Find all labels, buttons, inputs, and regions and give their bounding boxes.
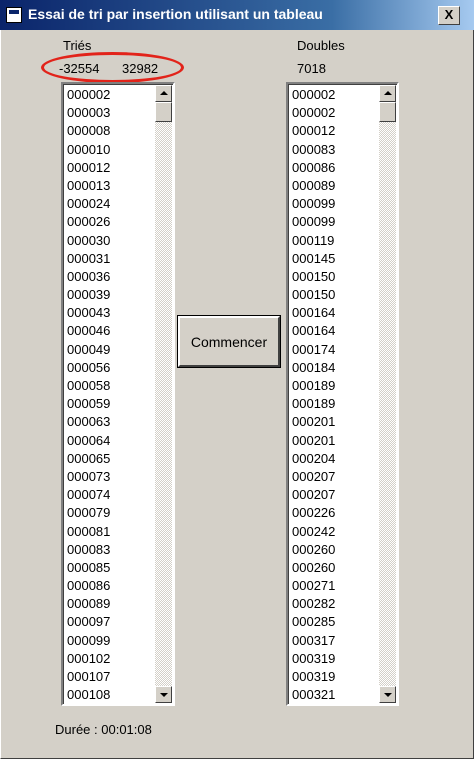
scroll-down-button[interactable] (379, 686, 396, 703)
list-item[interactable]: 000319 (292, 650, 377, 668)
sorted-listbox[interactable]: 000002 000003 000008 000010 000012 000013 0000… (61, 82, 175, 706)
list-item[interactable]: 000089 (292, 177, 377, 195)
doubles-scrollbar[interactable] (379, 85, 396, 703)
doubles-listbox[interactable]: 000002 000002 000012 000083 000086 000089 0000… (286, 82, 399, 706)
window-title: Essai de tri par insertion utilisant un … (28, 6, 323, 22)
list-item[interactable]: 000174 (292, 341, 377, 359)
list-item[interactable]: 000012 (67, 159, 153, 177)
list-item[interactable]: 000145 (292, 250, 377, 268)
list-item[interactable]: 000010 (67, 141, 153, 159)
doubles-label: Doubles (297, 38, 345, 53)
app-icon (6, 7, 22, 23)
list-item[interactable]: 000108 (67, 686, 153, 702)
arrow-down-icon (160, 693, 168, 697)
list-item[interactable]: 000002 (67, 86, 153, 104)
red-circle-annotation (41, 52, 184, 83)
list-item[interactable]: 000150 (292, 268, 377, 286)
list-item[interactable]: 000164 (292, 322, 377, 340)
list-item[interactable]: 000086 (292, 159, 377, 177)
list-item[interactable]: 000184 (292, 359, 377, 377)
list-item[interactable]: 000099 (292, 213, 377, 231)
list-item[interactable]: 000036 (67, 268, 153, 286)
list-item[interactable]: 000189 (292, 395, 377, 413)
list-item[interactable]: 000024 (67, 195, 153, 213)
close-button[interactable]: X (438, 6, 460, 25)
scroll-thumb[interactable] (155, 102, 172, 122)
arrow-up-icon (160, 91, 168, 95)
list-item[interactable]: 000063 (67, 413, 153, 431)
list-item[interactable]: 000085 (67, 559, 153, 577)
list-item[interactable]: 000030 (67, 232, 153, 250)
list-item[interactable]: 000097 (67, 613, 153, 631)
doubles-count: 7018 (297, 61, 326, 76)
scroll-thumb[interactable] (379, 102, 396, 122)
list-item[interactable]: 000260 (292, 541, 377, 559)
list-item[interactable]: 000189 (292, 377, 377, 395)
list-item[interactable]: 000102 (67, 650, 153, 668)
list-item[interactable]: 000002 (292, 104, 377, 122)
duration-label: Durée : 00:01:08 (55, 722, 152, 737)
list-item[interactable]: 000089 (67, 595, 153, 613)
list-item[interactable]: 000319 (292, 668, 377, 686)
list-item[interactable]: 000012 (292, 122, 377, 140)
list-item[interactable]: 000099 (67, 632, 153, 650)
list-item[interactable]: 000008 (67, 122, 153, 140)
list-item[interactable]: 000065 (67, 450, 153, 468)
list-item[interactable]: 000321 (292, 686, 377, 702)
list-item[interactable]: 000081 (67, 523, 153, 541)
list-item[interactable]: 000207 (292, 486, 377, 504)
list-item[interactable]: 000058 (67, 377, 153, 395)
start-button[interactable]: Commencer (177, 315, 281, 368)
list-item[interactable]: 000059 (67, 395, 153, 413)
list-item[interactable]: 000260 (292, 559, 377, 577)
list-item[interactable]: 000119 (292, 232, 377, 250)
list-item[interactable]: 000026 (67, 213, 153, 231)
list-item[interactable]: 000039 (67, 286, 153, 304)
list-item[interactable]: 000317 (292, 632, 377, 650)
list-item[interactable]: 000204 (292, 450, 377, 468)
scroll-up-button[interactable] (379, 85, 396, 102)
list-item[interactable]: 000164 (292, 304, 377, 322)
doubles-list-items: 000002 000002 000012 000083 000086 000089 0000… (292, 86, 377, 702)
list-item[interactable]: 000074 (67, 486, 153, 504)
title-bar: Essai de tri par insertion utilisant un … (0, 0, 474, 30)
sorted-scrollbar[interactable] (155, 85, 172, 703)
list-item[interactable]: 000002 (292, 86, 377, 104)
list-item[interactable]: 000043 (67, 304, 153, 322)
list-item[interactable]: 000282 (292, 595, 377, 613)
list-item[interactable]: 000031 (67, 250, 153, 268)
scroll-down-button[interactable] (155, 686, 172, 703)
list-item[interactable]: 000086 (67, 577, 153, 595)
list-item[interactable]: 000226 (292, 504, 377, 522)
list-item[interactable]: 000013 (67, 177, 153, 195)
scroll-up-button[interactable] (155, 85, 172, 102)
list-item[interactable]: 000242 (292, 523, 377, 541)
list-item[interactable]: 000107 (67, 668, 153, 686)
list-item[interactable]: 000079 (67, 504, 153, 522)
list-item[interactable]: 000083 (67, 541, 153, 559)
list-item[interactable]: 000201 (292, 432, 377, 450)
list-item[interactable]: 000073 (67, 468, 153, 486)
sorted-list-items: 000002 000003 000008 000010 000012 000013 0000… (67, 86, 153, 702)
list-item[interactable]: 000003 (67, 104, 153, 122)
list-item[interactable]: 000083 (292, 141, 377, 159)
list-item[interactable]: 000201 (292, 413, 377, 431)
list-item[interactable]: 000046 (67, 322, 153, 340)
sorted-label: Triés (63, 38, 92, 53)
list-item[interactable]: 000099 (292, 195, 377, 213)
list-item[interactable]: 000064 (67, 432, 153, 450)
list-item[interactable]: 000207 (292, 468, 377, 486)
arrow-down-icon (384, 693, 392, 697)
list-item[interactable]: 000056 (67, 359, 153, 377)
list-item[interactable]: 000150 (292, 286, 377, 304)
arrow-up-icon (384, 91, 392, 95)
list-item[interactable]: 000285 (292, 613, 377, 631)
list-item[interactable]: 000271 (292, 577, 377, 595)
list-item[interactable]: 000049 (67, 341, 153, 359)
